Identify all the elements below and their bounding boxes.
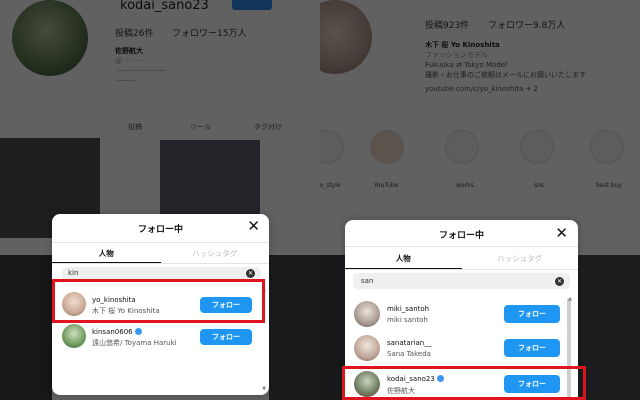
follow-button[interactable]: フォロー	[504, 305, 560, 323]
profile-bio-line: ········· ····· ·······	[115, 67, 167, 75]
tab-hashtags[interactable]: ハッシュタグ	[462, 247, 579, 269]
tab-hashtags[interactable]: ハッシュタグ	[161, 243, 270, 263]
tab-people[interactable]: 人物	[52, 243, 161, 263]
highlight-box	[52, 279, 265, 323]
highlight-label: sns	[534, 182, 545, 189]
avatar[interactable]	[62, 324, 86, 348]
highlight-label: yo_style	[320, 182, 341, 189]
profile-link[interactable]: ··········	[115, 76, 137, 86]
list-item[interactable]: kinsan0606 遠山悠希/ Toyama Haruki フォロー	[52, 320, 269, 354]
highlight-label: best buy	[596, 182, 623, 189]
profile-tab-tagged[interactable]: タグ付け	[254, 122, 282, 132]
search-input-value: san	[361, 277, 374, 285]
verified-icon	[134, 328, 142, 335]
profile-username: kodai_sano23	[120, 0, 209, 13]
close-icon[interactable]: ✕	[555, 225, 568, 241]
post-thumbnail[interactable]	[0, 255, 52, 400]
list-item[interactable]: sanatarian__ Sana Takeda フォロー	[345, 330, 578, 364]
avatar[interactable]	[354, 335, 380, 361]
scroll-up-arrow-icon[interactable]: ▲	[568, 296, 572, 302]
profile-follow-button[interactable]	[232, 0, 272, 10]
dialog-tabs: 人物 ハッシュタグ	[345, 246, 578, 270]
row-fullname: miki santoh	[387, 316, 428, 324]
profile-avatar	[320, 0, 372, 74]
clear-search-icon[interactable]: ✕	[555, 276, 564, 286]
clear-search-icon[interactable]: ✕	[246, 269, 255, 278]
highlight-circle[interactable]	[590, 130, 624, 164]
profile-bio-line: ファッションモデル	[425, 51, 488, 59]
profile-posts-count: 投稿923件	[425, 21, 470, 31]
profile-tab-reels[interactable]: リール	[190, 122, 211, 132]
highlight-circle[interactable]	[370, 130, 404, 164]
profile-bio-line: Fukuoka ⇄ Tokyo Model	[425, 61, 508, 69]
list-item[interactable]: miki_santoh miki santoh フォロー	[345, 296, 578, 330]
highlight-label: works	[456, 182, 474, 189]
profile-name: 木下 桜 Yo Kinoshita	[425, 41, 500, 49]
row-username[interactable]: miki_santoh	[387, 305, 429, 313]
profile-followers-count[interactable]: フォロワー9.8万人	[488, 18, 565, 31]
post-thumbnail[interactable]	[160, 140, 260, 216]
dialog-title: フォロー中	[137, 225, 183, 235]
highlight-box	[342, 366, 586, 400]
follow-button[interactable]: フォロー	[504, 339, 560, 357]
row-username[interactable]: kinsan0606	[92, 328, 142, 336]
post-thumbnail[interactable]	[578, 255, 640, 400]
profile-bio-line: @ ···········	[115, 57, 149, 65]
highlight-circle[interactable]	[320, 130, 344, 164]
post-thumbnail[interactable]	[269, 255, 320, 400]
follow-button[interactable]: フォロー	[200, 329, 252, 345]
profile-followers-count[interactable]: フォロワー15万人	[172, 26, 246, 39]
profile-name: 佐野航大	[115, 47, 143, 55]
avatar[interactable]	[354, 301, 380, 327]
profile-tab-posts[interactable]: 投稿	[128, 122, 142, 132]
close-icon[interactable]: ✕	[247, 218, 260, 234]
row-fullname: 遠山悠希/ Toyama Haruki	[92, 339, 177, 347]
profile-avatar	[12, 0, 88, 76]
profile-bio-line: 撮影・お仕事のご依頼はメールにお願いいたします	[425, 71, 586, 79]
row-fullname: Sana Takeda	[387, 350, 431, 358]
search-input-value: kin	[68, 269, 79, 277]
profile-link[interactable]: youtube.com/c/yo_kinoshita + 2	[425, 84, 538, 94]
highlight-label: YouTube	[374, 182, 399, 189]
highlight-circle[interactable]	[520, 130, 554, 164]
tab-people[interactable]: 人物	[345, 247, 462, 269]
highlight-circle[interactable]	[445, 130, 479, 164]
dialog-tabs: 人物 ハッシュタグ	[52, 242, 269, 264]
scroll-down-arrow-icon[interactable]: ▼	[262, 386, 266, 392]
search-input[interactable]: san ✕	[353, 273, 570, 289]
profile-posts-count: 投稿26件	[115, 29, 154, 39]
row-username[interactable]: sanatarian__	[387, 339, 431, 347]
dialog-title: フォロー中	[438, 231, 484, 241]
